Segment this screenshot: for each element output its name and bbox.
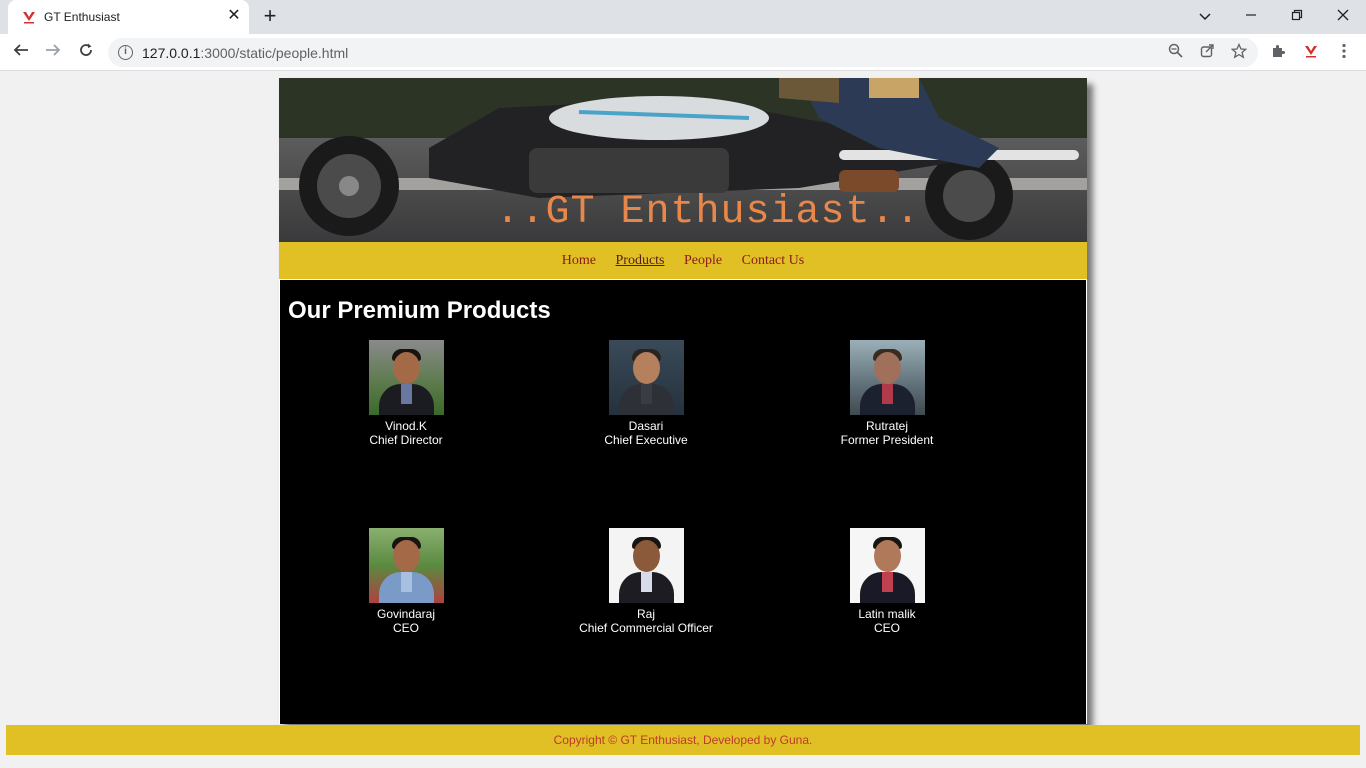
person-photo xyxy=(368,340,444,415)
person-role: Chief Director xyxy=(369,433,443,447)
person-name: Vinod.K xyxy=(385,419,427,433)
header-banner: ..GT Enthusiast.. xyxy=(279,78,1087,242)
person-name: Govindaraj xyxy=(376,607,436,621)
person-name: Latin malik xyxy=(858,607,916,621)
browser-menu-icon[interactable] xyxy=(1334,43,1354,63)
main-content: Our Premium Products Vinod.K Chief Direc… xyxy=(280,280,1086,724)
close-window-icon[interactable] xyxy=(1330,4,1356,28)
nav-products-link[interactable]: Products xyxy=(616,253,665,268)
main-nav: Home Products People Contact Us xyxy=(279,242,1087,279)
nav-people-link[interactable]: People xyxy=(684,253,722,268)
share-icon[interactable] xyxy=(1197,43,1217,63)
page-viewport: ..GT Enthusiast.. Home Products People C… xyxy=(0,71,1366,768)
url-text[interactable]: 127.0.0.1:3000/static/people.html xyxy=(142,45,348,61)
person-card: Govindaraj CEO xyxy=(326,528,486,635)
tab-title: GT Enthusiast xyxy=(44,10,120,24)
person-name: Dasari xyxy=(628,419,664,433)
site-title: ..GT Enthusiast.. xyxy=(495,190,921,235)
nav-contact-link[interactable]: Contact Us xyxy=(742,253,805,268)
url-path: :3000/static/people.html xyxy=(200,45,349,61)
nav-home-link[interactable]: Home xyxy=(562,253,596,268)
person-photo xyxy=(608,340,684,415)
reload-icon[interactable] xyxy=(74,40,98,64)
close-tab-icon[interactable]: ✕ xyxy=(225,7,243,25)
person-name: Rutratej xyxy=(865,419,909,433)
person-card: Vinod.K Chief Director xyxy=(326,340,486,447)
tab-search-icon[interactable] xyxy=(1192,4,1218,28)
person-role: Chief Executive xyxy=(604,433,688,447)
person-photo xyxy=(849,528,925,603)
browser-toolbar: i 127.0.0.1:3000/static/people.html xyxy=(0,34,1366,71)
restore-icon[interactable] xyxy=(1284,4,1310,28)
site-footer: Copyright © GT Enthusiast, Developed by … xyxy=(6,725,1360,755)
forward-icon[interactable] xyxy=(41,40,65,64)
bookmark-star-icon[interactable] xyxy=(1229,42,1249,63)
person-photo xyxy=(849,340,925,415)
person-role: CEO xyxy=(392,621,419,635)
minimize-icon[interactable] xyxy=(1238,4,1264,28)
site-info-icon[interactable]: i xyxy=(118,45,133,60)
person-card: Rutratej Former President xyxy=(807,340,967,447)
new-tab-icon[interactable]: + xyxy=(259,5,281,28)
zoom-icon[interactable] xyxy=(1165,43,1185,63)
site-favicon-icon xyxy=(23,12,35,24)
person-role: CEO xyxy=(873,621,900,635)
person-card: Raj Chief Commercial Officer xyxy=(566,528,726,635)
extensions-puzzle-icon[interactable] xyxy=(1269,43,1289,63)
person-photo xyxy=(368,528,444,603)
url-host: 127.0.0.1 xyxy=(142,45,201,61)
address-bar[interactable]: i 127.0.0.1:3000/static/people.html xyxy=(108,38,1258,67)
browser-tab[interactable]: GT Enthusiast ✕ xyxy=(8,0,249,34)
person-card: Dasari Chief Executive xyxy=(566,340,726,447)
extension-v-icon[interactable] xyxy=(1301,43,1321,63)
site-container: ..GT Enthusiast.. Home Products People C… xyxy=(279,78,1087,724)
person-role: Chief Commercial Officer xyxy=(579,621,713,635)
person-name: Raj xyxy=(636,607,655,621)
person-card: Latin malik CEO xyxy=(807,528,967,635)
back-icon[interactable] xyxy=(9,40,33,64)
person-photo xyxy=(608,528,684,603)
footer-copyright: Copyright © GT Enthusiast, Developed by … xyxy=(553,733,813,747)
page-heading: Our Premium Products xyxy=(288,297,551,324)
person-role: Former President xyxy=(840,433,934,447)
tab-strip: GT Enthusiast ✕ + xyxy=(0,0,1366,34)
